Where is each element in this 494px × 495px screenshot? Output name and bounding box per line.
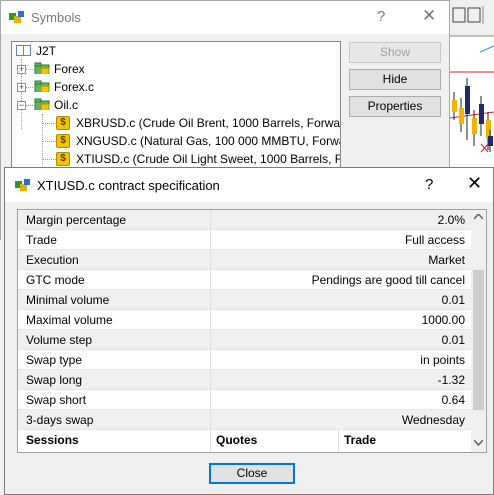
row-value: 2.0% [437, 213, 465, 227]
tree-group-label: Oil.c [54, 98, 78, 112]
folder-icon [34, 98, 50, 110]
tree-group-forex[interactable]: + Forex [16, 60, 216, 78]
spec-title: XTIUSD.c contract specification [37, 178, 220, 193]
coin-icon: $ [56, 134, 70, 148]
contract-spec-dialog: XTIUSD.c contract specification ? ✕ Marg… [4, 167, 494, 495]
row-value: in points [420, 353, 465, 367]
vertical-scrollbar[interactable] [471, 210, 486, 452]
tree-item-xbrusd[interactable]: $ XBRUSD.c (Crude Oil Brent, 1000 Barrel… [56, 114, 341, 132]
sessions-header: Sessions [26, 433, 79, 447]
row-key: Volume step [26, 333, 93, 347]
row-value: 0.64 [441, 393, 465, 407]
hide-button[interactable]: Hide [349, 69, 441, 90]
row-value: Pendings are good till cancel [311, 273, 465, 287]
coin-icon: $ [56, 152, 70, 166]
tree-item-label: XNGUSD.c (Natural Gas, 100 000 MMBTU, Fo… [76, 134, 341, 148]
row-value: 1000.00 [421, 313, 465, 327]
row-key: Minimal volume [26, 293, 110, 307]
show-button[interactable]: Show [349, 42, 441, 63]
sessions-header-row: Sessions Quotes Trade [18, 430, 471, 452]
tree-root-label: J2T [36, 44, 57, 58]
help-icon[interactable]: ? [425, 176, 433, 193]
help-icon[interactable]: ? [377, 8, 385, 25]
table-row: Swap type in points [18, 350, 471, 370]
close-button[interactable]: Close [209, 463, 295, 484]
row-key: Trade [26, 233, 57, 247]
symbols-app-icon [9, 11, 24, 23]
row-key: Margin percentage [26, 213, 127, 227]
row-value: Market [428, 253, 465, 267]
properties-button[interactable]: Properties [349, 96, 441, 117]
table-row: Swap short 0.64 [18, 390, 471, 410]
table-row: Volume step 0.01 [18, 330, 471, 350]
tree-group-label: Forex.c [54, 80, 95, 94]
symbols-titlebar: Symbols ? ✕ [1, 1, 449, 34]
row-value: 0.01 [441, 293, 465, 307]
row-value: Full access [404, 233, 465, 247]
table-row: Swap long -1.32 [18, 370, 471, 390]
folder-icon [34, 62, 50, 74]
row-key: GTC mode [26, 273, 85, 287]
row-key: Swap long [26, 373, 83, 387]
tree-item-label: XBRUSD.c (Crude Oil Brent, 1000 Barrels,… [76, 116, 341, 130]
expand-icon[interactable]: + [17, 65, 26, 74]
row-key: Swap short [26, 393, 87, 407]
table-row: Margin percentage 2.0% [18, 210, 471, 230]
table-row: Maximal volume 1000.00 [18, 310, 471, 330]
tree-item-label: XTIUSD.c (Crude Oil Light Sweet, 1000 Ba… [76, 152, 341, 166]
row-value: Wednesday [401, 413, 465, 427]
coin-icon: $ [56, 116, 70, 130]
tree-group-forex-c[interactable]: + Forex.c [16, 78, 216, 96]
folder-icon [34, 80, 50, 92]
quotes-header: Quotes [216, 433, 258, 447]
row-key: 3-days swap [26, 413, 94, 427]
row-key: Swap type [26, 353, 83, 367]
collapse-icon[interactable]: − [17, 101, 26, 110]
scroll-up-icon[interactable] [474, 214, 483, 220]
row-value: -1.32 [437, 373, 465, 387]
row-key: Execution [26, 253, 79, 267]
symbols-title: Symbols [31, 10, 81, 25]
spec-app-icon [15, 179, 30, 191]
scroll-down-icon[interactable] [474, 440, 483, 446]
table-row: Minimal volume 0.01 [18, 290, 471, 310]
expand-icon[interactable]: + [17, 83, 26, 92]
row-key: Maximal volume [26, 313, 113, 327]
book-icon [16, 45, 31, 56]
tree-group-label: Forex [54, 62, 85, 76]
spec-table[interactable]: Margin percentage 2.0% Trade Full access… [17, 209, 487, 453]
table-row: Trade Full access [18, 230, 471, 250]
table-row: GTC mode Pendings are good till cancel [18, 270, 471, 290]
spec-titlebar: XTIUSD.c contract specification ? ✕ [5, 168, 493, 202]
scroll-thumb[interactable] [473, 270, 484, 410]
close-icon[interactable]: ✕ [467, 173, 482, 194]
table-row: Execution Market [18, 250, 471, 270]
tree-item-xtiusd[interactable]: $ XTIUSD.c (Crude Oil Light Sweet, 1000 … [56, 150, 341, 168]
tree-item-xngusd[interactable]: $ XNGUSD.c (Natural Gas, 100 000 MMBTU, … [56, 132, 341, 150]
close-icon[interactable]: ✕ [422, 6, 436, 26]
table-row: 3-days swap Wednesday [18, 410, 471, 430]
trade-header: Trade [344, 433, 377, 447]
tree-group-oil-c[interactable]: − Oil.c [16, 96, 216, 114]
row-value: 0.01 [441, 333, 465, 347]
